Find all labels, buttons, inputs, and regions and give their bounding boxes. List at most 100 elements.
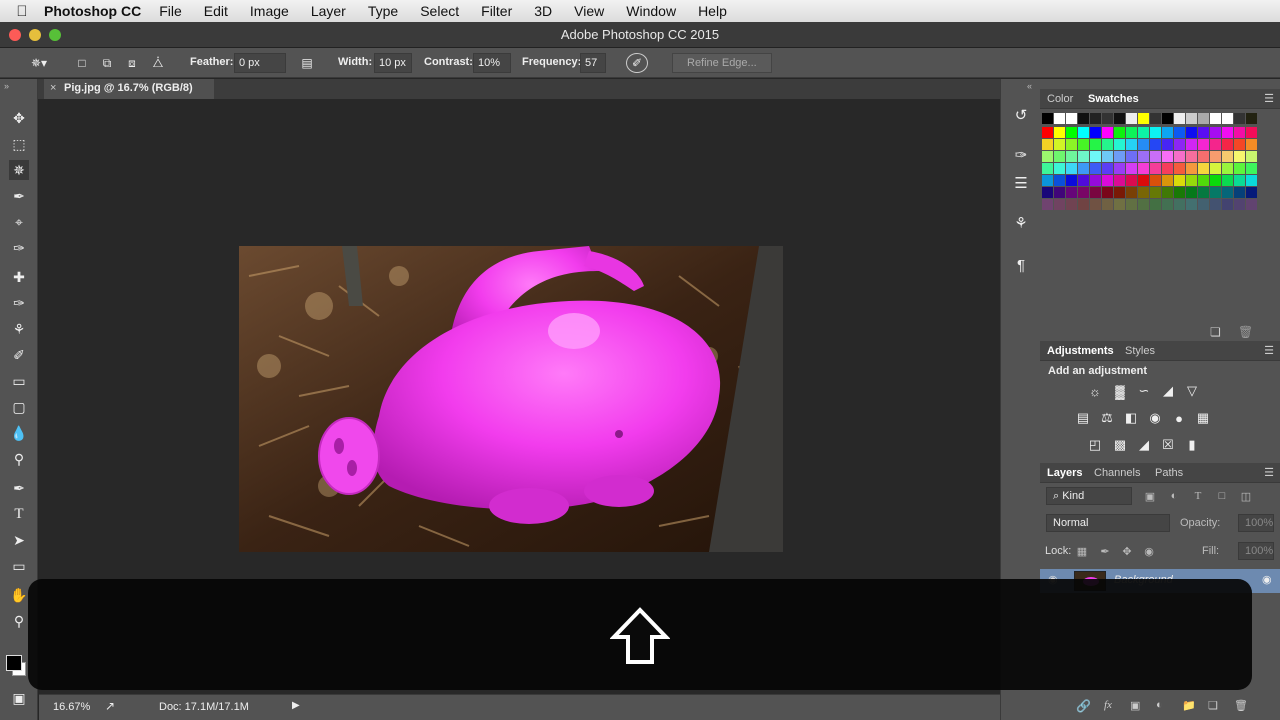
swatch[interactable]	[1114, 175, 1125, 186]
filter-adjustment-icon[interactable]: ◐	[1167, 489, 1181, 503]
link-layers-icon[interactable]: 🔗	[1076, 699, 1091, 713]
swatch[interactable]	[1114, 163, 1125, 174]
tab-color[interactable]: Color	[1047, 93, 1073, 105]
swatch[interactable]	[1090, 175, 1101, 186]
dodge-tool-icon[interactable]: ⚲	[9, 449, 29, 469]
screen-mode-icon[interactable]: ▣	[9, 688, 29, 708]
magnetic-lasso-preset-icon[interactable]: ✵▾	[22, 53, 56, 73]
swatch[interactable]	[1126, 187, 1137, 198]
menu-type[interactable]: Type	[368, 3, 398, 19]
swatch[interactable]	[1162, 199, 1173, 210]
swatch[interactable]	[1198, 187, 1209, 198]
share-icon[interactable]: ↗	[105, 699, 115, 713]
swatch[interactable]	[1054, 187, 1065, 198]
swatch[interactable]	[1102, 139, 1113, 150]
refine-edge-button[interactable]: Refine Edge...	[672, 53, 772, 73]
swatch[interactable]	[1138, 139, 1149, 150]
swatch[interactable]	[1054, 199, 1065, 210]
eyedropper-tool-icon[interactable]: ✑	[9, 238, 29, 258]
collapse-toolbar-icon[interactable]: »	[4, 81, 9, 91]
subtract-from-selection-icon[interactable]: ⧈	[122, 53, 142, 73]
swatch[interactable]	[1174, 163, 1185, 174]
swatch[interactable]	[1246, 113, 1257, 124]
lock-all-icon[interactable]: ◉	[1142, 544, 1156, 558]
posterize-icon[interactable]: ▩	[1111, 436, 1129, 454]
swatch[interactable]	[1222, 139, 1233, 150]
swatch[interactable]	[1150, 139, 1161, 150]
swatch[interactable]	[1126, 199, 1137, 210]
menu-file[interactable]: File	[159, 3, 182, 19]
swatch[interactable]	[1042, 151, 1053, 162]
swatch[interactable]	[1102, 199, 1113, 210]
blend-mode-select[interactable]: Normal	[1046, 514, 1170, 532]
lock-position-icon[interactable]: ✥	[1120, 544, 1134, 558]
curves-icon[interactable]: ∽	[1135, 382, 1153, 400]
tablet-pressure-icon[interactable]: ✐	[626, 53, 648, 73]
swatch[interactable]	[1078, 151, 1089, 162]
filter-shape-icon[interactable]: □	[1215, 489, 1229, 503]
swatch[interactable]	[1234, 113, 1245, 124]
add-to-selection-icon[interactable]: ⧉	[97, 53, 117, 73]
swatch[interactable]	[1066, 163, 1077, 174]
swatch[interactable]	[1246, 199, 1257, 210]
vibrance-icon[interactable]: ▽	[1183, 382, 1201, 400]
swatch[interactable]	[1150, 113, 1161, 124]
brush-tool-icon[interactable]: ✑	[9, 293, 29, 313]
swatch[interactable]	[1138, 151, 1149, 162]
swatch[interactable]	[1078, 139, 1089, 150]
swatch[interactable]	[1114, 113, 1125, 124]
type-tool-icon[interactable]: T	[9, 504, 29, 524]
swatch[interactable]	[1138, 163, 1149, 174]
document-tab[interactable]: × Pig.jpg @ 16.7% (RGB/8)	[44, 79, 214, 99]
zoom-level[interactable]: 16.67%	[53, 701, 90, 713]
swatch[interactable]	[1054, 151, 1065, 162]
swatch[interactable]	[1210, 127, 1221, 138]
swatch[interactable]	[1210, 163, 1221, 174]
swatch[interactable]	[1162, 113, 1173, 124]
swatch[interactable]	[1162, 175, 1173, 186]
tab-layers[interactable]: Layers	[1047, 467, 1082, 479]
swatch[interactable]	[1150, 199, 1161, 210]
menu-layer[interactable]: Layer	[311, 3, 346, 19]
swatch[interactable]	[1222, 187, 1233, 198]
swatch[interactable]	[1078, 113, 1089, 124]
healing-brush-tool-icon[interactable]: ✚	[9, 267, 29, 287]
swatch[interactable]	[1186, 113, 1197, 124]
quick-selection-tool-icon[interactable]: ✒	[9, 186, 29, 206]
blur-tool-icon[interactable]: 💧	[9, 423, 29, 443]
swatch[interactable]	[1162, 151, 1173, 162]
crop-tool-icon[interactable]: ⌖	[9, 212, 29, 232]
swatch[interactable]	[1054, 113, 1065, 124]
swatch[interactable]	[1102, 113, 1113, 124]
swatch[interactable]	[1246, 187, 1257, 198]
swatch[interactable]	[1042, 113, 1053, 124]
menu-view[interactable]: View	[574, 3, 604, 19]
marquee-tool-icon[interactable]: ⬚	[9, 134, 29, 154]
panel-menu-icon[interactable]: ☰	[1264, 344, 1274, 357]
swatch[interactable]	[1102, 151, 1113, 162]
new-group-icon[interactable]: 📁	[1182, 699, 1196, 712]
swatch[interactable]	[1090, 163, 1101, 174]
menu-filter[interactable]: Filter	[481, 3, 512, 19]
close-tab-icon[interactable]: ×	[50, 82, 56, 94]
swatch[interactable]	[1042, 199, 1053, 210]
swatch[interactable]	[1150, 163, 1161, 174]
menu-help[interactable]: Help	[698, 3, 727, 19]
swatch[interactable]	[1198, 199, 1209, 210]
new-swatch-icon[interactable]: ❏	[1210, 325, 1221, 339]
swatch[interactable]	[1078, 199, 1089, 210]
swatch[interactable]	[1126, 163, 1137, 174]
swatch[interactable]	[1102, 175, 1113, 186]
swatch[interactable]	[1090, 187, 1101, 198]
swatch[interactable]	[1222, 199, 1233, 210]
swatch[interactable]	[1054, 175, 1065, 186]
swatch[interactable]	[1126, 151, 1137, 162]
swatch[interactable]	[1066, 199, 1077, 210]
swatch[interactable]	[1234, 187, 1245, 198]
swatch[interactable]	[1042, 187, 1053, 198]
swatch[interactable]	[1114, 199, 1125, 210]
swatch[interactable]	[1222, 175, 1233, 186]
swatch[interactable]	[1138, 199, 1149, 210]
swatch[interactable]	[1222, 113, 1233, 124]
layer-style-icon[interactable]: fx	[1104, 699, 1112, 711]
